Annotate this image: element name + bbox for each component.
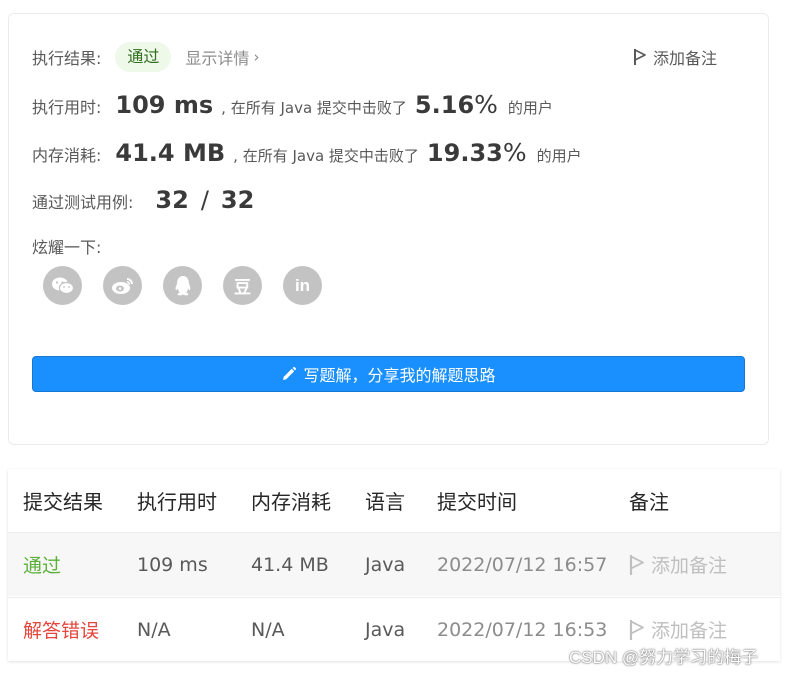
wechat-icon[interactable] — [43, 266, 82, 305]
chevron-right-icon[interactable]: › — [253, 48, 259, 66]
tests-label: 通过测试用例: — [32, 193, 134, 212]
runtime-value: 109 ms — [115, 91, 214, 119]
add-note-label: 添加备注 — [653, 49, 718, 68]
runtime-percent: 5.16% — [414, 90, 498, 119]
memory-percent: 19.33% — [426, 138, 527, 167]
result-link[interactable]: 通过 — [23, 533, 61, 596]
memory-cell: N/A — [251, 618, 285, 641]
runtime-label: 执行用时: — [32, 98, 102, 117]
result-row: 执行结果: 通过 显示详情 › — [32, 42, 259, 72]
share-icons: 豆 in — [43, 266, 322, 305]
memory-row: 内存消耗: 41.4 MB , 在所有 Java 提交中击败了 19.33% 的… — [32, 138, 582, 167]
watermark: CSDN @努力学习的梅子 — [569, 648, 759, 667]
header-memory: 内存消耗 — [251, 490, 331, 514]
share-label: 炫耀一下: — [32, 238, 102, 257]
show-details-link[interactable]: 显示详情 — [185, 45, 249, 69]
memory-value: 41.4 MB — [115, 139, 226, 167]
memory-cell: 41.4 MB — [251, 553, 329, 576]
memory-beat-text: , 在所有 Java 提交中击败了 — [233, 147, 419, 165]
runtime-beat-text: , 在所有 Java 提交中击败了 — [221, 99, 407, 117]
flag-icon — [629, 554, 644, 575]
add-note-label: 添加备注 — [651, 620, 728, 642]
result-label: 执行结果: — [32, 49, 102, 68]
douban-icon[interactable]: 豆 — [223, 266, 262, 305]
runtime-cell: N/A — [137, 618, 171, 641]
memory-users-text: 的用户 — [536, 147, 582, 165]
tests-separator: / — [200, 186, 209, 214]
add-note-button[interactable]: 添加备注 — [633, 45, 717, 69]
qq-icon[interactable] — [163, 266, 202, 305]
time-cell: 2022/07/12 16:57 — [437, 553, 608, 576]
linkedin-icon[interactable]: in — [283, 266, 322, 305]
runtime-cell: 109 ms — [137, 553, 208, 576]
runtime-users-text: 的用户 — [507, 99, 553, 117]
header-time: 提交时间 — [437, 490, 517, 514]
table-header: 提交结果 执行用时 内存消耗 语言 提交时间 备注 — [8, 469, 780, 532]
add-note-label: 添加备注 — [651, 555, 728, 577]
table-row[interactable]: 通过 109 ms 41.4 MB Java 2022/07/12 16:57 … — [8, 532, 780, 596]
header-runtime: 执行用时 — [137, 490, 217, 514]
flag-icon — [629, 619, 644, 640]
header-result: 提交结果 — [23, 490, 103, 514]
result-card: 执行结果: 通过 显示详情 › 添加备注 执行用时: 109 ms , 在所有 … — [8, 13, 769, 445]
share-row: 炫耀一下: — [32, 234, 101, 258]
tests-row: 通过测试用例: 32 / 32 — [32, 186, 254, 214]
language-cell: Java — [365, 618, 406, 641]
submissions-table: 提交结果 执行用时 内存消耗 语言 提交时间 备注 通过 109 ms 41.4… — [8, 469, 780, 661]
write-solution-label: 写题解，分享我的解题思路 — [303, 366, 496, 385]
result-link[interactable]: 解答错误 — [23, 598, 99, 661]
runtime-row: 执行用时: 109 ms , 在所有 Java 提交中击败了 5.16% 的用户 — [32, 90, 553, 119]
language-cell: Java — [365, 553, 406, 576]
header-language: 语言 — [365, 490, 405, 514]
tests-total: 32 — [220, 186, 255, 214]
memory-label: 内存消耗: — [32, 146, 102, 165]
tests-passed: 32 — [155, 186, 189, 214]
header-note: 备注 — [629, 490, 669, 514]
write-solution-button[interactable]: 写题解，分享我的解题思路 — [32, 356, 745, 392]
add-note-button[interactable]: 添加备注 — [629, 533, 727, 596]
flag-icon — [634, 49, 646, 65]
status-badge: 通过 — [115, 42, 172, 72]
pencil-icon — [283, 366, 297, 380]
weibo-icon[interactable] — [103, 266, 142, 305]
